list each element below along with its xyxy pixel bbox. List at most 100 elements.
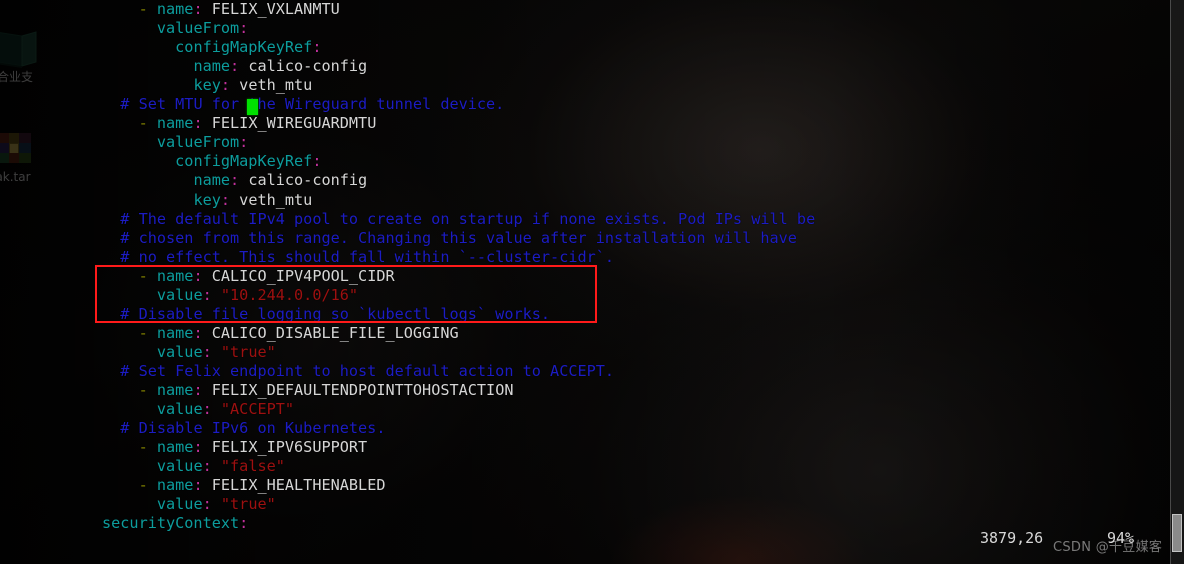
token-string: "true" bbox=[220, 495, 276, 514]
token-key: valueFrom bbox=[156, 19, 240, 38]
token-comment: # Disable file logging so `kubectl logs`… bbox=[120, 304, 551, 323]
code-line: - name: FELIX_IPV6SUPPORT bbox=[102, 438, 368, 457]
token-key: value bbox=[156, 400, 203, 419]
token-colon: : bbox=[220, 190, 240, 209]
token-colon: : bbox=[239, 133, 249, 152]
token-string: "ACCEPT" bbox=[220, 400, 295, 419]
token-dash: - bbox=[138, 381, 157, 399]
token-comment: # Set Felix endpoint to host default act… bbox=[120, 361, 615, 380]
screen-root: 合业支 ak.tar - name: FELIX_VXLANMTU valueF… bbox=[0, 0, 1184, 564]
token-key: key bbox=[193, 190, 221, 209]
token-dash: - bbox=[138, 266, 157, 285]
code-line: value: "10.244.0.0/16" bbox=[102, 286, 358, 305]
token-string: "false" bbox=[220, 457, 285, 476]
code-line: - name: FELIX_DEFAULTENDPOINTTOHOSTACTIO… bbox=[102, 381, 514, 400]
token-plain: calico-config bbox=[248, 57, 368, 76]
token-colon: : bbox=[193, 114, 212, 133]
token-key: name bbox=[156, 266, 194, 285]
code-line: - name: CALICO_IPV4POOL_CIDR bbox=[102, 267, 395, 286]
token-comment: # The default IPv4 pool to create on sta… bbox=[120, 209, 816, 228]
code-line: # no effect. This should fall within `--… bbox=[102, 248, 614, 267]
code-line: name: calico-config bbox=[102, 57, 367, 76]
code-line: value: "true" bbox=[102, 495, 276, 514]
code-line: # Disable file logging so `kubectl logs`… bbox=[102, 305, 550, 324]
token-plain: veth_mtu bbox=[239, 190, 313, 209]
block-cursor bbox=[247, 99, 258, 115]
code-line: - name: FELIX_WIREGUARDMTU bbox=[102, 114, 377, 133]
code-line: valueFrom: bbox=[102, 19, 248, 38]
terminal-text-area[interactable]: - name: FELIX_VXLANMTU valueFrom: config… bbox=[0, 0, 1184, 564]
token-key: name bbox=[193, 171, 231, 190]
token-dash: - bbox=[138, 0, 157, 18]
code-line: key: veth_mtu bbox=[102, 191, 312, 210]
code-line: value: "false" bbox=[102, 457, 285, 476]
token-colon: : bbox=[202, 342, 221, 361]
code-line: key: veth_mtu bbox=[102, 76, 312, 95]
token-key: value bbox=[156, 285, 203, 304]
token-key: name bbox=[156, 381, 194, 399]
token-plain: FELIX_DEFAULTENDPOINTTOHOSTACTION bbox=[211, 381, 514, 399]
token-key: value bbox=[156, 495, 203, 514]
token-colon: : bbox=[193, 323, 212, 342]
token-plain: CALICO_IPV4POOL_CIDR bbox=[211, 266, 395, 285]
token-colon: : bbox=[193, 476, 212, 495]
code-line: # chosen from this range. Changing this … bbox=[102, 229, 797, 248]
token-colon: : bbox=[193, 266, 212, 285]
token-colon: : bbox=[230, 171, 249, 190]
token-colon: : bbox=[193, 381, 212, 399]
token-dash: - bbox=[138, 114, 157, 133]
token-key: name bbox=[156, 323, 194, 342]
token-comment: # chosen from this range. Changing this … bbox=[120, 228, 797, 247]
token-colon: : bbox=[193, 438, 212, 457]
csdn-watermark: CSDN @千豆媒客 bbox=[1053, 540, 1163, 555]
token-string: "true" bbox=[220, 342, 276, 361]
vertical-scrollbar-track[interactable] bbox=[1170, 0, 1184, 564]
code-line: valueFrom: bbox=[102, 133, 248, 152]
code-line: - name: CALICO_DISABLE_FILE_LOGGING bbox=[102, 324, 459, 343]
token-key: configMapKeyRef bbox=[175, 152, 313, 171]
code-line: # The default IPv4 pool to create on sta… bbox=[102, 210, 815, 229]
token-colon: : bbox=[230, 57, 249, 76]
code-line: securityContext: bbox=[102, 514, 248, 533]
token-colon: : bbox=[193, 0, 212, 18]
token-plain: FELIX_WIREGUARDMTU bbox=[211, 114, 377, 133]
code-line: - name: FELIX_VXLANMTU bbox=[102, 0, 340, 19]
token-dash: - bbox=[138, 476, 157, 495]
token-key: securityContext bbox=[102, 514, 240, 533]
token-colon: : bbox=[220, 76, 240, 95]
token-colon: : bbox=[312, 152, 322, 171]
token-key: configMapKeyRef bbox=[175, 38, 313, 57]
vertical-scrollbar-thumb[interactable] bbox=[1172, 514, 1182, 552]
token-plain: CALICO_DISABLE_FILE_LOGGING bbox=[211, 323, 459, 342]
token-colon: : bbox=[239, 19, 249, 38]
token-plain: calico-config bbox=[248, 171, 368, 190]
code-line: configMapKeyRef: bbox=[102, 38, 321, 57]
code-line: - name: FELIX_HEALTHENABLED bbox=[102, 476, 386, 495]
token-string: "10.244.0.0/16" bbox=[220, 285, 359, 304]
token-key: name bbox=[156, 476, 194, 495]
token-plain: veth_mtu bbox=[239, 76, 313, 95]
code-line: configMapKeyRef: bbox=[102, 152, 321, 171]
token-key: name bbox=[193, 57, 231, 76]
token-key: key bbox=[193, 76, 221, 95]
